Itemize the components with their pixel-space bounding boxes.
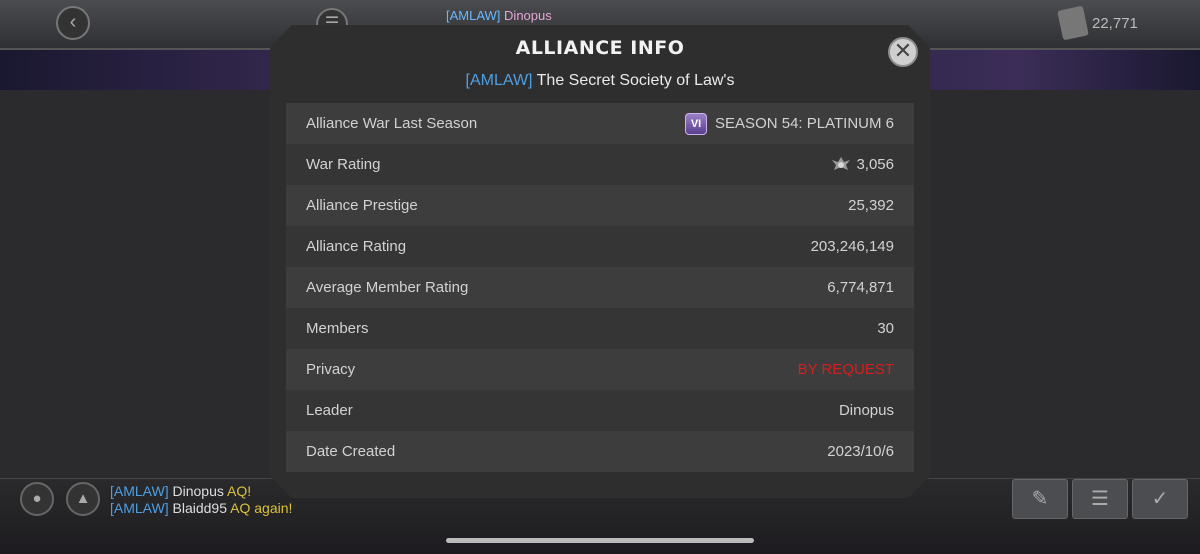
row-value: 30 (877, 320, 894, 337)
row-value: 6,774,871 (827, 279, 894, 296)
info-row: Leader Dinopus (286, 390, 914, 431)
row-value: VI SEASON 54: PLATINUM 6 (685, 112, 894, 135)
row-label: War Rating (306, 156, 381, 173)
row-label: Privacy (306, 361, 356, 378)
war-rating-value: 3,056 (856, 156, 894, 173)
row-label: Alliance War Last Season (306, 115, 478, 132)
clipboard-icon[interactable]: ☰ (1072, 479, 1128, 519)
currency-value: 22,771 (1092, 14, 1138, 32)
info-row: Members 30 (286, 308, 914, 349)
checklist-icon[interactable]: ✓ (1132, 479, 1188, 519)
row-value: 2023/10/6 (827, 443, 894, 460)
chat-author: Dinopus (172, 483, 224, 499)
top-alliance-tag: [AMLAW] (446, 8, 501, 23)
info-row: Alliance Prestige 25,392 (286, 185, 914, 226)
info-row: Average Member Rating 6,774,871 (286, 267, 914, 308)
alliance-info-table: Alliance War Last Season VI SEASON 54: P… (286, 103, 914, 472)
alliance-name-line: [AMLAW] The Secret Society of Law's (270, 72, 930, 90)
war-rating-icon (832, 156, 851, 170)
close-icon[interactable]: ✕ (888, 37, 918, 67)
top-player-name: Dinopus (504, 8, 552, 23)
chat-message[interactable]: [AMLAW] Blaidd95 AQ again! (110, 500, 292, 516)
chat-tag: [AMLAW] (110, 500, 169, 516)
leader-name[interactable]: Dinopus (839, 402, 894, 419)
back-arrow-icon[interactable]: ‹ (56, 6, 90, 40)
home-indicator[interactable] (446, 538, 754, 543)
row-value: 25,392 (848, 197, 894, 214)
row-label: Date Created (306, 443, 396, 460)
chat-text: AQ again! (230, 500, 293, 516)
alliance-info-modal: ALLIANCE INFO ✕ [AMLAW] The Secret Socie… (270, 25, 930, 498)
modal-title: ALLIANCE INFO (515, 37, 685, 59)
alliance-shield-icon[interactable]: ▲ (66, 482, 100, 516)
members-icon[interactable]: ● (20, 482, 54, 516)
chat-text: AQ! (227, 483, 252, 499)
row-value: 203,246,149 (810, 238, 894, 255)
chat-message[interactable]: [AMLAW] Dinopus AQ! (110, 483, 251, 499)
row-label: Alliance Prestige (306, 197, 418, 214)
row-label: Alliance Rating (306, 238, 407, 255)
info-row: Alliance Rating 203,246,149 (286, 226, 914, 267)
currency-icon (1057, 5, 1089, 41)
info-row: Alliance War Last Season VI SEASON 54: P… (286, 103, 914, 144)
currency-display[interactable]: 22,771 (1057, 5, 1138, 41)
row-label: Leader (306, 402, 353, 419)
info-row: War Rating 3,056 (286, 144, 914, 185)
chat-tag: [AMLAW] (110, 483, 169, 499)
ticket-icon[interactable]: ✎ (1012, 479, 1068, 519)
season-tier-badge-icon: VI (685, 112, 708, 135)
top-player-label[interactable]: [AMLAW] Dinopus (446, 8, 552, 23)
row-label: Members (306, 320, 369, 337)
row-label: Average Member Rating (306, 279, 469, 296)
info-row: Date Created 2023/10/6 (286, 431, 914, 472)
season-value: SEASON 54: PLATINUM 6 (715, 115, 894, 132)
chat-author: Blaidd95 (172, 500, 228, 516)
info-row: Privacy BY REQUEST (286, 349, 914, 390)
alliance-tag: [AMLAW] (465, 72, 533, 89)
row-value: 3,056 (830, 156, 894, 174)
alliance-name: The Secret Society of Law's (536, 72, 735, 89)
privacy-value: BY REQUEST (797, 361, 894, 378)
